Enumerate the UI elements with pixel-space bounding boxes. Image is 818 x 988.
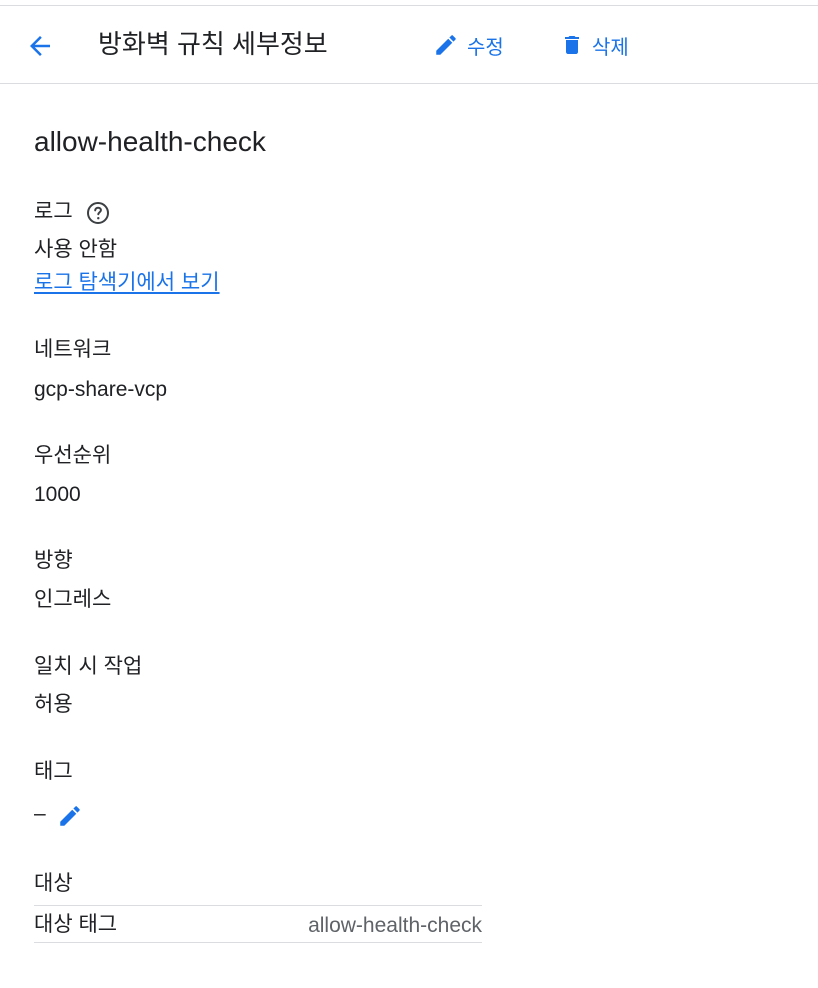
tags-value: –: [34, 802, 46, 825]
network-value: gcp-share-vcp: [34, 378, 168, 401]
page-header: 방화벽 규칙 세부정보 수정 삭제: [0, 6, 818, 84]
delete-button-label: 삭제: [592, 36, 629, 59]
logs-value: 사용 안함: [34, 238, 118, 261]
rule-name: allow-health-check: [34, 126, 266, 157]
view-in-logs-explorer-link[interactable]: 로그 탐색기에서 보기: [34, 270, 220, 296]
priority-value: 1000: [34, 483, 81, 506]
network-label: 네트워크: [34, 338, 112, 361]
action-label: 일치 시 작업: [34, 655, 143, 678]
arrow-back-icon: [30, 36, 50, 56]
priority-label: 우선순위: [34, 444, 112, 467]
delete-button[interactable]: 삭제: [560, 30, 629, 60]
help-circle-icon[interactable]: [86, 201, 110, 225]
action-value: 허용: [34, 693, 73, 716]
back-button[interactable]: [22, 28, 58, 64]
targets-label: 대상: [34, 872, 73, 895]
edit-button[interactable]: 수정: [433, 30, 504, 60]
direction-label: 방향: [34, 549, 73, 572]
page-title: 방화벽 규칙 세부정보: [98, 29, 328, 59]
target-tags-value: allow-health-check: [308, 914, 482, 937]
edit-tags-button[interactable]: [57, 803, 83, 829]
pencil-icon: [60, 806, 80, 826]
pencil-icon: [433, 32, 459, 58]
direction-value: 인그레스: [34, 588, 112, 611]
targets-table: 대상 태그 allow-health-check: [34, 905, 482, 943]
trash-icon: [560, 32, 584, 58]
logs-label: 로그: [34, 200, 73, 223]
tags-label: 태그: [34, 760, 73, 783]
edit-button-label: 수정: [467, 36, 504, 59]
target-tags-key: 대상 태그: [34, 913, 118, 936]
